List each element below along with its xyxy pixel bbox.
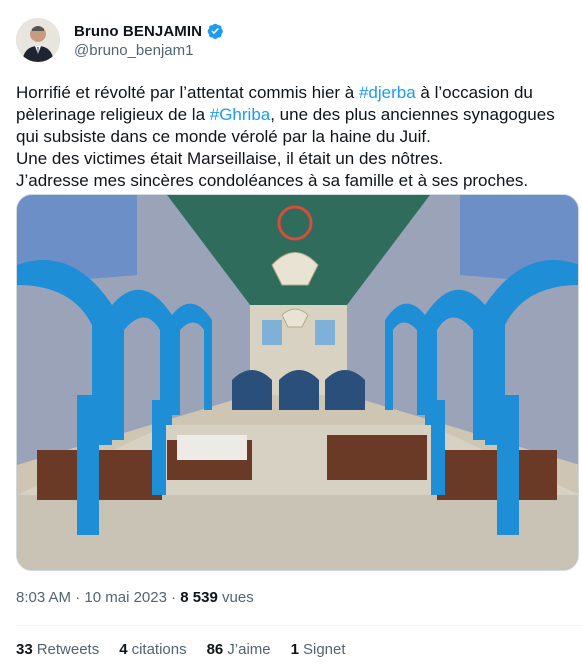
retweets-count: 33 bbox=[16, 641, 33, 658]
name-row: Bruno BENJAMIN bbox=[74, 22, 224, 40]
views-label: vues bbox=[217, 589, 254, 606]
tweet-time[interactable]: 8:03 AM bbox=[16, 589, 71, 606]
tweet-date[interactable]: 10 mai 2023 bbox=[84, 589, 167, 606]
verified-badge-icon bbox=[206, 22, 224, 40]
views-count: 8 539 bbox=[180, 589, 218, 606]
retweets-stat[interactable]: 33 Retweets bbox=[16, 641, 99, 658]
separator: · bbox=[71, 589, 85, 606]
likes-label: J’aime bbox=[227, 641, 271, 658]
engagement-stats: 33 Retweets 4 citations 86 J’aime 1 Signet bbox=[16, 641, 366, 658]
bookmarks-count: 1 bbox=[290, 641, 299, 658]
bookmarks-stat[interactable]: 1 Signet bbox=[291, 641, 346, 658]
author-handle[interactable]: @bruno_benjam1 bbox=[74, 42, 224, 59]
divider bbox=[16, 625, 582, 626]
author-names: Bruno BENJAMIN @bruno_benjam1 bbox=[74, 22, 224, 59]
tweet-paragraph-2: Une des victimes était Marseillaise, il … bbox=[16, 149, 444, 168]
quotes-count: 4 bbox=[119, 641, 128, 658]
tweet-photo[interactable] bbox=[16, 194, 579, 571]
tweet-paragraph-3: J’adresse mes sincères condoléances à sa… bbox=[16, 171, 529, 190]
tweet: Bruno BENJAMIN @bruno_benjam1 Horrifié e… bbox=[0, 0, 582, 671]
quotes-label: citations bbox=[131, 641, 187, 658]
tweet-metadata: 8:03 AM · 10 mai 2023 · 8 539 vues bbox=[16, 589, 254, 606]
avatar[interactable] bbox=[16, 18, 60, 62]
separator: · bbox=[166, 589, 181, 606]
quotes-stat[interactable]: 4 citations bbox=[119, 641, 186, 658]
likes-count: 86 bbox=[206, 641, 224, 658]
tweet-text-part: Horrifié et révolté par l’attentat commi… bbox=[16, 83, 359, 102]
likes-stat[interactable]: 86 J’aime bbox=[207, 641, 271, 658]
hashtag-ghriba[interactable]: #Ghriba bbox=[210, 105, 270, 124]
bookmarks-label: Signet bbox=[302, 641, 346, 658]
tweet-text: Horrifié et révolté par l’attentat commi… bbox=[16, 82, 568, 192]
retweets-label: Retweets bbox=[36, 641, 100, 658]
tweet-header: Bruno BENJAMIN @bruno_benjam1 bbox=[16, 16, 224, 68]
display-name[interactable]: Bruno BENJAMIN bbox=[74, 23, 202, 40]
tweet-paragraph-1: Horrifié et révolté par l’attentat commi… bbox=[16, 82, 568, 148]
hashtag-djerba[interactable]: #djerba bbox=[359, 83, 416, 102]
